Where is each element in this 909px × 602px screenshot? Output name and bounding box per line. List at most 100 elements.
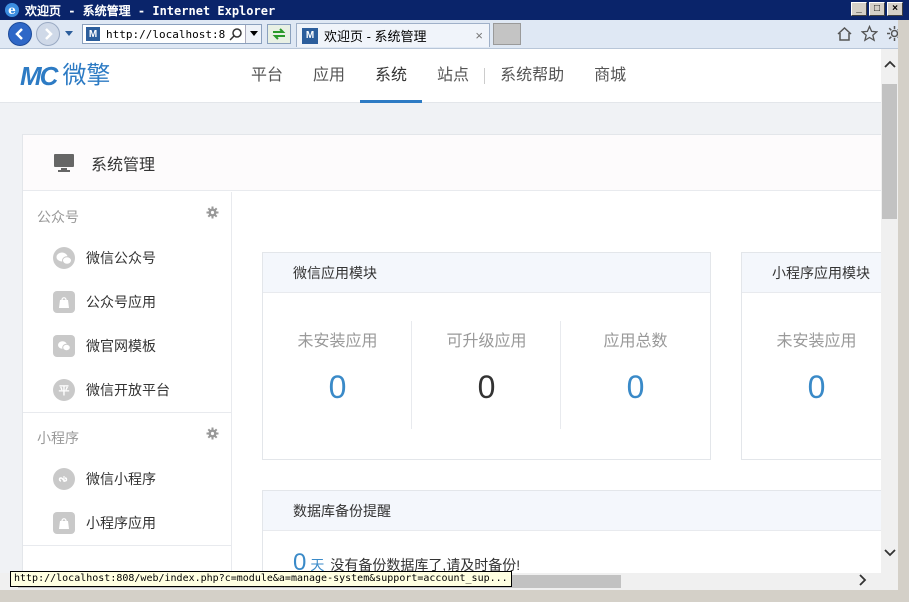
status-url-tooltip: http://localhost:808/web/index.php?c=mod… xyxy=(10,571,512,587)
sidebar-group-header: 小程序 xyxy=(23,413,231,457)
nav-item-apps[interactable]: 应用 xyxy=(298,49,360,103)
gear-icon[interactable] xyxy=(206,206,219,219)
address-bar[interactable]: M http://localhost:808 xyxy=(82,24,262,44)
stat-value[interactable]: 0 xyxy=(561,369,710,406)
close-button[interactable]: × xyxy=(887,2,903,16)
sidebar-item-label: 公众号应用 xyxy=(86,294,156,310)
site-logo[interactable]: MC 微擎 xyxy=(20,62,110,90)
stat-upgradable[interactable]: 可升级应用 0 xyxy=(412,293,561,429)
maximize-button[interactable]: □ xyxy=(869,2,885,16)
favorites-star-icon[interactable] xyxy=(861,25,878,42)
backup-days-count: 0 xyxy=(293,549,307,573)
scroll-up-icon[interactable] xyxy=(881,55,898,72)
scroll-right-icon[interactable] xyxy=(859,574,867,586)
window-titlebar: e 欢迎页 - 系统管理 - Internet Explorer _ □ × xyxy=(0,0,909,20)
platform-icon: 平 xyxy=(53,379,75,401)
stat-uninstalled[interactable]: 未安装应用 0 xyxy=(263,293,412,429)
home-icon[interactable] xyxy=(836,25,853,42)
window-frame xyxy=(0,590,909,602)
stat-label: 未安装应用 xyxy=(297,333,378,350)
stat-total[interactable]: 应用总数 0 xyxy=(561,293,710,417)
scrollbar-corner xyxy=(881,573,898,590)
nav-item-store[interactable]: 商城 xyxy=(579,49,641,103)
site-favicon-icon: M xyxy=(86,27,100,41)
card-header: 小程序应用模块 xyxy=(742,253,881,293)
stat-uninstalled[interactable]: 未安装应用 0 xyxy=(742,293,881,417)
miniprogram-module-card: 小程序应用模块 未安装应用 0 xyxy=(741,252,881,460)
stat-label: 应用总数 xyxy=(603,333,668,350)
sidebar-item-label: 微信小程序 xyxy=(86,471,156,487)
web-page: MC 微擎 平台 应用 系统 站点 系统帮助 商城 系统管理 公众号 微信公众号… xyxy=(0,49,881,573)
sidebar-item-label: 微信公众号 xyxy=(86,250,156,266)
sidebar-group-header: 公众号 xyxy=(23,192,231,236)
card-title: 小程序应用模块 xyxy=(772,264,870,281)
panel-title: 系统管理 xyxy=(91,156,156,174)
card-title: 微信应用模块 xyxy=(293,264,377,281)
panel-header: 系统管理 xyxy=(23,135,881,191)
forward-button[interactable] xyxy=(36,22,60,46)
sidebar-item-label: 微官网模板 xyxy=(86,338,156,354)
sidebar: 公众号 微信公众号 公众号应用 微官网模板 平 微信开放平台 小程序 微信小程序… xyxy=(23,192,232,573)
arrow-left-icon xyxy=(15,28,23,40)
svg-text:e: e xyxy=(8,3,16,17)
wechat-module-card: 微信应用模块 未安装应用 0 可升级应用 0 应用总数 0 xyxy=(262,252,711,460)
nav-item-site[interactable]: 站点 xyxy=(422,49,484,103)
tab-favicon-icon: M xyxy=(302,27,318,44)
address-url[interactable]: http://localhost:808 xyxy=(106,28,226,41)
card-header: 数据库备份提醒 xyxy=(263,491,881,531)
sidebar-item-label: 小程序应用 xyxy=(86,515,156,531)
search-icon[interactable] xyxy=(229,27,243,41)
back-button[interactable] xyxy=(8,22,32,46)
backup-body: 0 天 没有备份数据库了,请及时备份! xyxy=(263,531,881,573)
sidebar-item-wechat-account[interactable]: 微信公众号 xyxy=(23,236,231,280)
vertical-scrollbar[interactable] xyxy=(881,49,898,573)
backup-reminder-card: 数据库备份提醒 0 天 没有备份数据库了,请及时备份! xyxy=(262,490,881,573)
sidebar-item-miniprogram-apps[interactable]: 小程序应用 xyxy=(23,501,231,545)
template-icon xyxy=(53,335,75,357)
address-dropdown-button[interactable] xyxy=(245,25,261,43)
stats-row: 未安装应用 0 可升级应用 0 应用总数 0 xyxy=(263,293,710,429)
stat-label: 未安装应用 xyxy=(776,333,857,350)
stats-row: 未安装应用 0 xyxy=(742,293,881,417)
stat-value[interactable]: 0 xyxy=(412,369,561,406)
tab-close-icon[interactable]: × xyxy=(475,28,483,43)
tab-title[interactable]: 欢迎页 - 系统管理 xyxy=(324,26,427,45)
miniprogram-icon xyxy=(53,468,75,490)
card-title: 数据库备份提醒 xyxy=(293,502,391,519)
sidebar-item-site-templates[interactable]: 微官网模板 xyxy=(23,324,231,368)
history-dropdown-icon[interactable] xyxy=(64,30,74,38)
sidebar-item-wechat-miniprogram[interactable]: 微信小程序 xyxy=(23,457,231,501)
card-header: 微信应用模块 xyxy=(263,253,710,293)
nav-item-help[interactable]: 系统帮助 xyxy=(485,49,579,103)
vertical-scroll-thumb[interactable] xyxy=(882,84,897,219)
sidebar-item-account-apps[interactable]: 公众号应用 xyxy=(23,280,231,324)
gear-icon[interactable] xyxy=(206,427,219,440)
minimize-button[interactable]: _ xyxy=(851,2,867,16)
browser-tab[interactable]: M 欢迎页 - 系统管理 × xyxy=(296,23,490,47)
sidebar-group-official-account: 公众号 微信公众号 公众号应用 微官网模板 平 微信开放平台 xyxy=(23,192,231,413)
top-navigation: 平台 应用 系统 站点 系统帮助 商城 xyxy=(236,49,641,103)
stat-label: 可升级应用 xyxy=(446,333,527,350)
sidebar-group-label: 小程序 xyxy=(37,430,79,446)
refresh-button[interactable] xyxy=(267,24,291,44)
sidebar-group-miniprogram: 小程序 微信小程序 小程序应用 xyxy=(23,413,231,546)
sidebar-item-open-platform[interactable]: 平 微信开放平台 xyxy=(23,368,231,412)
logo-mark: MC xyxy=(20,61,58,91)
site-header: MC 微擎 平台 应用 系统 站点 系统帮助 商城 xyxy=(0,49,881,103)
nav-item-system[interactable]: 系统 xyxy=(360,49,423,103)
stat-value[interactable]: 0 xyxy=(263,369,412,406)
bag-icon xyxy=(53,512,75,534)
scroll-down-icon[interactable] xyxy=(881,544,898,561)
logo-text: 微擎 xyxy=(62,62,111,89)
monitor-icon xyxy=(54,153,74,172)
internet-explorer-icon: e xyxy=(3,1,21,19)
sidebar-item-label: 微信开放平台 xyxy=(86,382,170,398)
new-tab-button[interactable] xyxy=(493,23,521,45)
nav-item-platform[interactable]: 平台 xyxy=(236,49,298,103)
bag-icon xyxy=(53,291,75,313)
arrow-right-icon xyxy=(45,28,53,40)
browser-toolbar: M http://localhost:808 M 欢迎页 - 系统管理 × xyxy=(0,20,909,49)
chevron-down-icon xyxy=(249,31,258,36)
window-frame xyxy=(898,20,909,602)
stat-value[interactable]: 0 xyxy=(742,369,881,406)
